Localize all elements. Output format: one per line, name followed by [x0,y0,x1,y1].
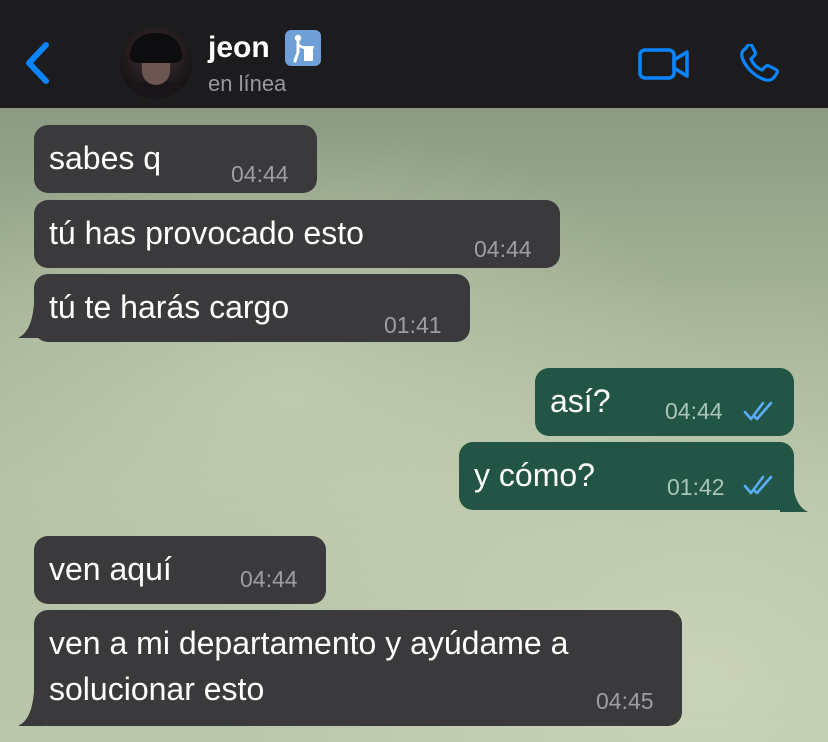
message-text: tú te harás cargo [49,289,290,325]
message-time: 04:45 [596,688,654,714]
incoming-message[interactable]: tú has provocado esto 04:44 [34,200,560,268]
message-text: así? [550,383,611,419]
message-time: 01:41 [384,312,442,338]
message-time: 04:44 [665,398,723,424]
chat-header: jeon en línea [0,0,828,108]
message-text: tú has provocado esto [49,215,364,251]
message-time: 04:44 [474,236,532,262]
incoming-message[interactable]: ven a mi departamento y ayúdame a soluci… [34,610,682,726]
message-text: sabes q [49,140,162,176]
incoming-message[interactable]: ven aquí 04:44 [34,536,326,604]
message-text: ven a mi departamento y ayúdame a soluci… [49,625,569,707]
read-receipt-icon [743,475,773,495]
contact-status: en línea [208,71,287,96]
incoming-message[interactable]: sabes q 04:44 [34,125,317,193]
put-litter-in-its-place-icon [285,30,321,66]
message-time: 04:44 [240,566,298,592]
message-text: y cómo? [474,457,595,493]
message-time: 01:42 [667,474,725,500]
message-list[interactable]: sabes q 04:44 tú has provocado esto 04:4… [0,108,828,742]
chevron-left-icon[interactable] [22,40,54,86]
phone-icon[interactable] [738,44,782,84]
incoming-message[interactable]: tú te harás cargo 01:41 [34,274,470,342]
outgoing-message[interactable]: y cómo? 01:42 [459,442,794,510]
message-text: ven aquí [49,551,172,587]
video-camera-icon[interactable] [638,47,690,81]
message-time: 04:44 [231,161,289,187]
outgoing-message[interactable]: así? 04:44 [535,368,794,436]
avatar[interactable] [120,27,192,99]
contact-name[interactable]: jeon [208,30,270,66]
read-receipt-icon [743,401,773,421]
